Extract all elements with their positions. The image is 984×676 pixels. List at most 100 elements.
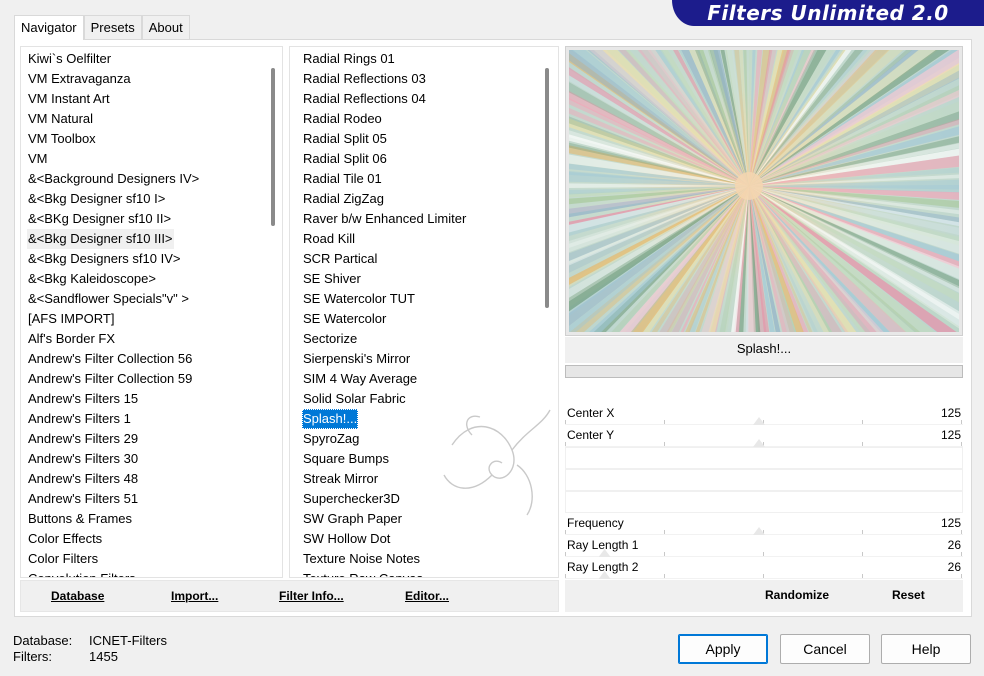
filter-list-item[interactable]: SIM 4 Way Average	[298, 369, 538, 389]
reset-button[interactable]: Reset	[892, 588, 925, 602]
filter-list-item[interactable]: Raver b/w Enhanced Limiter	[298, 209, 538, 229]
category-list-item[interactable]: &<Bkg Designer sf10 III>	[23, 229, 267, 249]
category-list-item[interactable]: Andrew's Filter Collection 59	[23, 369, 267, 389]
filter-list-item[interactable]: Superchecker3D	[298, 489, 538, 509]
filter-list-item[interactable]: Sierpenski's Mirror	[298, 349, 538, 369]
category-list-item[interactable]: &<Background Designers IV>	[23, 169, 267, 189]
category-list-item[interactable]: &<Bkg Designer sf10 I>	[23, 189, 267, 209]
randomize-button[interactable]: Randomize	[765, 588, 829, 602]
tab-about[interactable]: About	[141, 15, 190, 39]
filter-list-item[interactable]: Radial ZigZag	[298, 189, 538, 209]
category-list-item-label: Andrew's Filters 51	[28, 491, 139, 506]
category-list-item[interactable]: Buttons & Frames	[23, 509, 267, 529]
category-list-item-label: VM Extravaganza	[28, 71, 131, 86]
category-list-item[interactable]: &<Bkg Designers sf10 IV>	[23, 249, 267, 269]
category-list-item[interactable]: Andrew's Filters 30	[23, 449, 267, 469]
category-list-item[interactable]: VM	[23, 149, 267, 169]
filter-list-item[interactable]: Texture Raw Canvas	[298, 569, 538, 577]
tab-navigator[interactable]: Navigator	[14, 15, 84, 40]
category-list-item-label: VM Toolbox	[28, 131, 96, 146]
category-list-item[interactable]: &<Sandflower Specials"v" >	[23, 289, 267, 309]
category-list-item[interactable]: Color Filters	[23, 549, 267, 569]
parameter-value: 125	[940, 516, 961, 530]
category-list-item[interactable]: Kiwi`s Oelfilter	[23, 49, 267, 69]
editor-button[interactable]: Editor...	[405, 589, 449, 603]
category-list-item-label: &<Bkg Kaleidoscope>	[28, 271, 156, 286]
category-list-item[interactable]: Andrew's Filters 51	[23, 489, 267, 509]
category-list-item[interactable]: Andrew's Filters 15	[23, 389, 267, 409]
cancel-button[interactable]: Cancel	[780, 634, 870, 664]
filter-list-item[interactable]: Solid Solar Fabric	[298, 389, 538, 409]
filter-list-item[interactable]: SpyroZag	[298, 429, 538, 449]
category-list-item-label: Convolution Filters	[27, 569, 137, 577]
slider-tick	[565, 574, 566, 578]
parameter-slider[interactable]: Center X 125	[565, 403, 963, 425]
category-list-item[interactable]: Alf's Border FX	[23, 329, 267, 349]
parameter-slider[interactable]: Center Y 125	[565, 425, 963, 447]
filter-list-item[interactable]: SE Shiver	[298, 269, 538, 289]
filter-list-item-label: SW Hollow Dot	[303, 531, 391, 546]
slider-tick	[961, 574, 962, 578]
filter-list-item[interactable]: Square Bumps	[298, 449, 538, 469]
filter-list-item[interactable]: Radial Rings 01	[298, 49, 538, 69]
filter-list-item[interactable]: SCR Partical	[298, 249, 538, 269]
app-title-banner: Filters Unlimited 2.0	[672, 0, 984, 26]
parameter-label: Center X	[567, 406, 615, 420]
filter-list-item-label: Radial Rodeo	[303, 111, 382, 126]
category-list-item[interactable]: VM Instant Art	[23, 89, 267, 109]
filter-scroll-thumb[interactable]	[545, 68, 549, 308]
filter-list-item[interactable]: Sectorize	[298, 329, 538, 349]
filter-list-item-label: Radial Split 06	[303, 151, 387, 166]
tab-presets[interactable]: Presets	[83, 15, 142, 39]
filter-list-item-label: Radial Reflections 04	[303, 91, 426, 106]
category-list-item[interactable]: Andrew's Filters 1	[23, 409, 267, 429]
parameter-slider[interactable]: Frequency 125	[565, 513, 963, 535]
parameter-slider[interactable]: Ray Length 1 26	[565, 535, 963, 557]
slider-tick	[565, 530, 566, 534]
category-list-item-label: VM Natural	[28, 111, 94, 126]
filter-info-button[interactable]: Filter Info...	[279, 589, 344, 603]
category-list-item[interactable]: &<Bkg Kaleidoscope>	[23, 269, 267, 289]
category-list[interactable]: Kiwi`s Oelfilter VM Extravaganza VM Instan…	[20, 46, 283, 578]
category-list-item[interactable]: Andrew's Filters 48	[23, 469, 267, 489]
category-list-item[interactable]: VM Toolbox	[23, 129, 267, 149]
filter-list-item[interactable]: Radial Reflections 03	[298, 69, 538, 89]
filter-scrollbar[interactable]	[542, 47, 557, 577]
filter-list-item[interactable]: Streak Mirror	[298, 469, 538, 489]
category-list-item[interactable]: Andrew's Filter Collection 56	[23, 349, 267, 369]
help-button[interactable]: Help	[881, 634, 971, 664]
import-button[interactable]: Import...	[171, 589, 218, 603]
category-list-item-label: [AFS IMPORT]	[28, 311, 115, 326]
category-list-item[interactable]: [AFS IMPORT]	[23, 309, 267, 329]
category-list-item[interactable]: VM Natural	[23, 109, 267, 129]
filter-list-item[interactable]: Radial Reflections 04	[298, 89, 538, 109]
parameter-slider[interactable]: Ray Length 2 26	[565, 557, 963, 579]
parameter-value: 125	[940, 406, 961, 420]
category-list-item[interactable]: Convolution Filters	[23, 569, 267, 577]
filter-list-item[interactable]: Radial Split 05	[298, 129, 538, 149]
category-scroll-thumb[interactable]	[271, 68, 275, 226]
category-list-item[interactable]: Andrew's Filters 29	[23, 429, 267, 449]
category-scrollbar[interactable]	[267, 47, 282, 577]
filter-list-item[interactable]: Radial Rodeo	[298, 109, 538, 129]
category-list-item[interactable]: Color Effects	[23, 529, 267, 549]
filter-list-item[interactable]: SE Watercolor	[298, 309, 538, 329]
filter-list-item[interactable]: Road Kill	[298, 229, 538, 249]
filter-list-item-label: Sierpenski's Mirror	[303, 351, 411, 366]
filter-list-item[interactable]: Texture Noise Notes	[298, 549, 538, 569]
filter-list-item[interactable]: SW Graph Paper	[298, 509, 538, 529]
filter-list-item[interactable]: SW Hollow Dot	[298, 529, 538, 549]
slider-tick	[664, 442, 665, 446]
filter-list-item[interactable]: SE Watercolor TUT	[298, 289, 538, 309]
filter-list-item-label: Raver b/w Enhanced Limiter	[303, 211, 467, 226]
filter-list-item[interactable]: Splash!...	[298, 409, 538, 429]
apply-button[interactable]: Apply	[678, 634, 768, 664]
filter-list-item-label: Radial Tile 01	[303, 171, 382, 186]
database-button[interactable]: Database	[51, 589, 104, 603]
filter-list-item[interactable]: Radial Tile 01	[298, 169, 538, 189]
preview-image[interactable]	[569, 50, 959, 332]
category-list-item[interactable]: VM Extravaganza	[23, 69, 267, 89]
category-list-item[interactable]: &<BKg Designer sf10 II>	[23, 209, 267, 229]
filter-list[interactable]: Radial Rings 01 Radial Reflections 03 Radi…	[289, 46, 559, 578]
filter-list-item[interactable]: Radial Split 06	[298, 149, 538, 169]
